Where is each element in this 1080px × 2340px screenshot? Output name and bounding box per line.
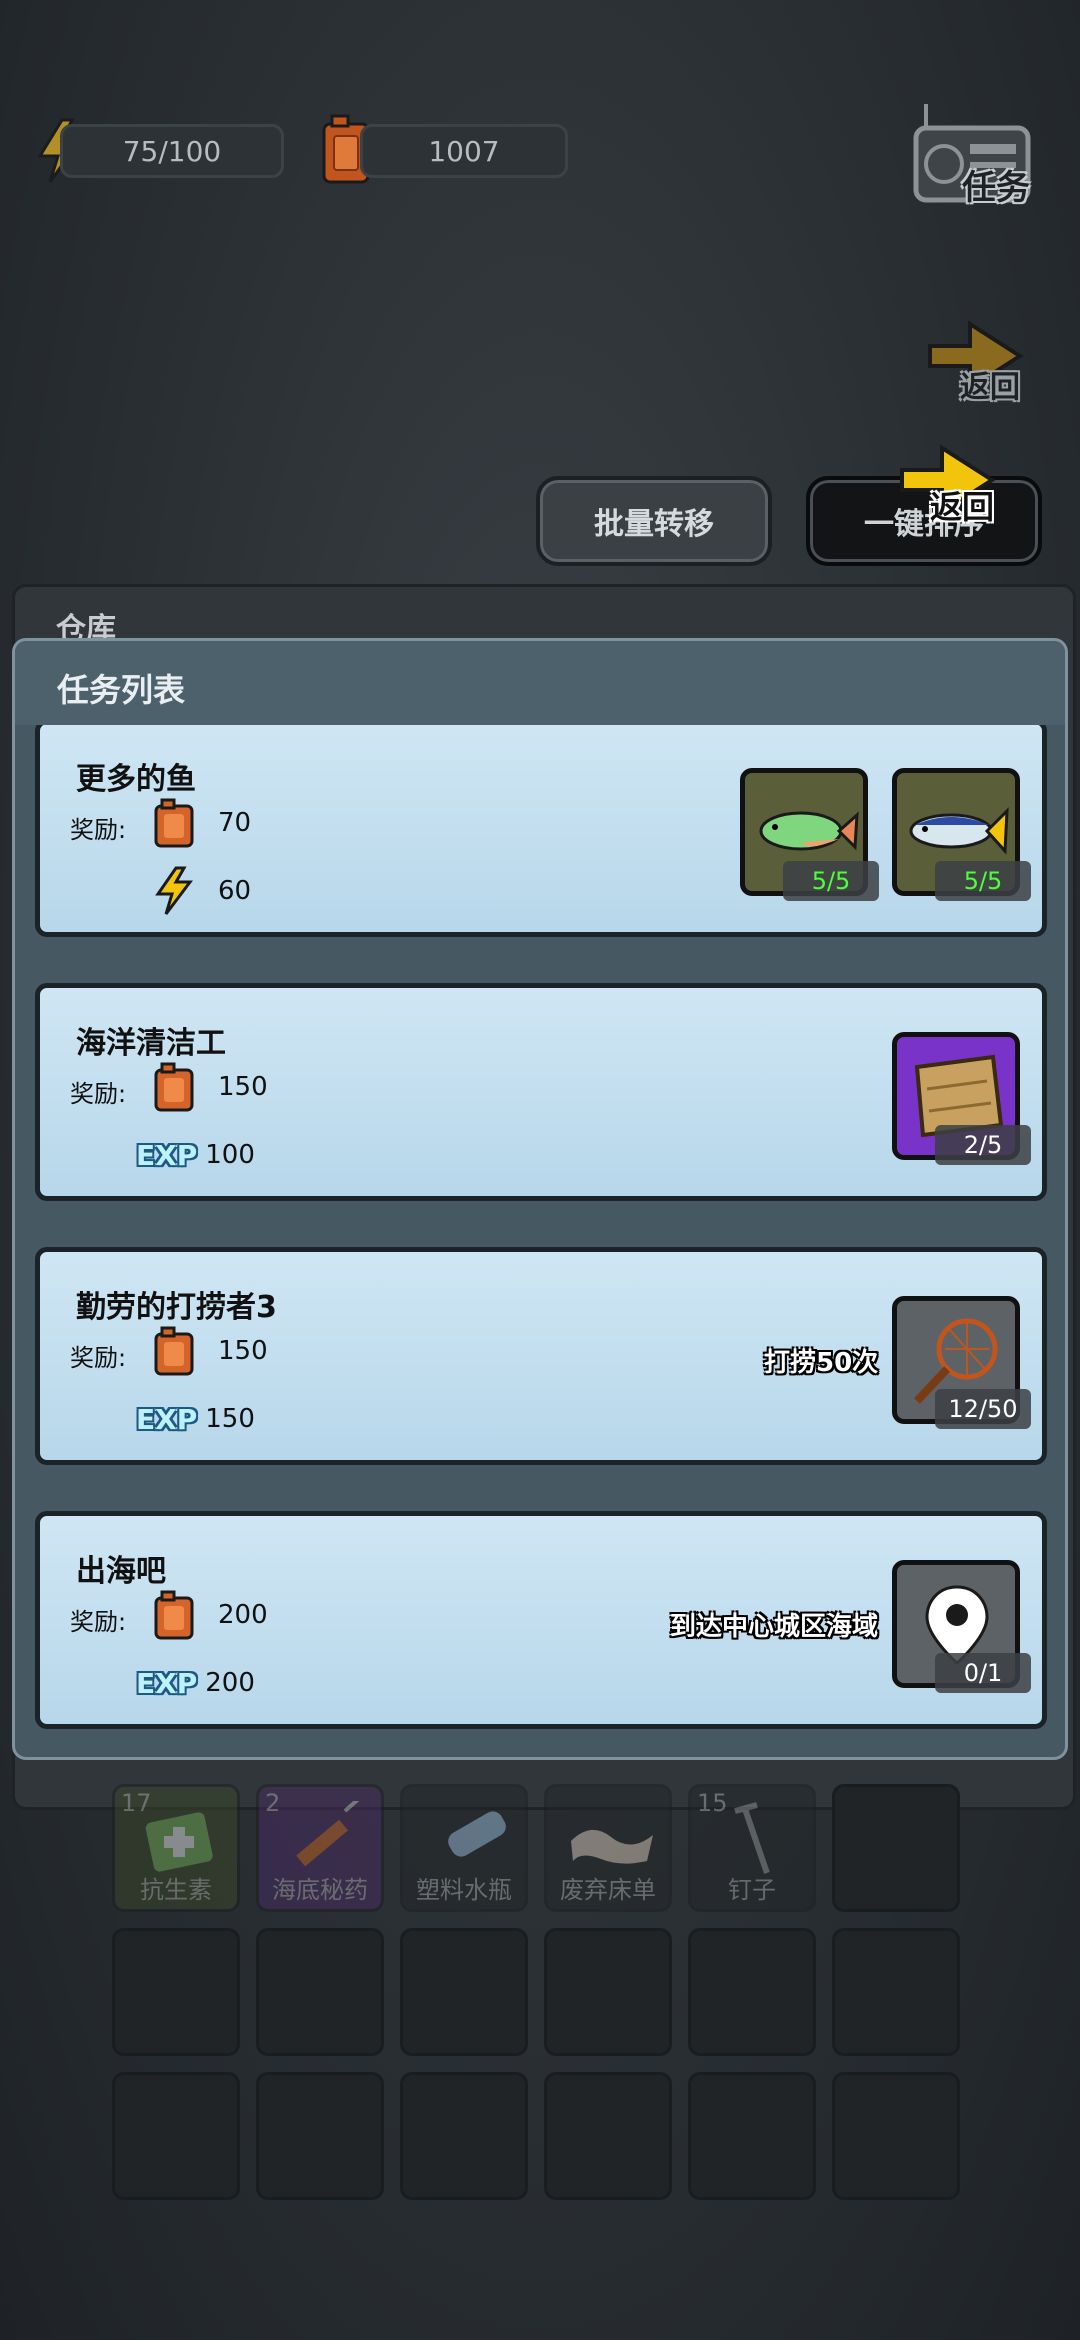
inventory-slot-empty[interactable]	[400, 1928, 528, 2056]
fuel-can-icon	[154, 1062, 194, 1112]
task-item-slot[interactable]: 2/5	[892, 1032, 1031, 1165]
reward-exp-value: 200	[205, 1668, 255, 1698]
inventory-slot-empty[interactable]	[688, 2072, 816, 2200]
task-item-count: 12/50	[935, 1389, 1031, 1429]
inventory-slot-empty[interactable]	[256, 1928, 384, 2056]
task-card[interactable]: 勤劳的打捞者3 奖励: 150 EXP 150 打捞50次 12/50	[35, 1247, 1047, 1465]
task-name: 勤劳的打捞者3	[76, 1290, 277, 1325]
task-name: 海洋清洁工	[76, 1026, 226, 1061]
task-item-slot[interactable]: 12/50	[892, 1296, 1031, 1429]
fuel-stat: 1007	[360, 124, 568, 178]
task-name: 更多的鱼	[76, 762, 196, 797]
task-item-count: 5/5	[783, 861, 879, 901]
fuel-can-icon	[154, 1590, 194, 1640]
reward-energy-value: 60	[218, 876, 252, 906]
reward-label: 奖励:	[70, 816, 127, 844]
inventory-slot-empty[interactable]	[832, 2072, 960, 2200]
inventory-slot-empty[interactable]	[256, 2072, 384, 2200]
batch-transfer-label: 批量转移	[594, 507, 714, 542]
batch-transfer-button[interactable]: 批量转移	[536, 476, 772, 566]
task-item-slot[interactable]: 5/5	[892, 768, 1031, 901]
task-item-slot[interactable]: 5/5	[740, 768, 879, 901]
reward-label: 奖励:	[70, 1608, 127, 1636]
reward-exp-value: 150	[205, 1404, 255, 1434]
reward-fuel: 150	[152, 1326, 268, 1376]
inventory-name: 钉子	[728, 1876, 776, 1904]
inventory-name: 抗生素	[140, 1876, 212, 1904]
reward-exp-value: 100	[205, 1140, 255, 1170]
fuel-can-icon	[154, 1326, 194, 1376]
task-item-count: 2/5	[935, 1125, 1031, 1165]
task-list[interactable]: 更多的鱼 奖励: 70 60 5/5 5/5 海洋清洁工 奖励: 150 EXP…	[15, 725, 1065, 1757]
energy-value: 75/100	[122, 134, 222, 168]
modal-header: 任务列表	[15, 641, 1065, 725]
tuna-icon	[909, 807, 1009, 855]
task-item-slot[interactable]: 0/1	[892, 1560, 1031, 1693]
inventory-name: 塑料水瓶	[416, 1876, 512, 1904]
reward-fuel-value: 150	[218, 1336, 268, 1366]
reward-fuel-value: 70	[218, 808, 252, 838]
reward-fuel-value: 150	[218, 1072, 268, 1102]
exp-icon: EXP	[136, 1402, 198, 1436]
reward-fuel: 70	[152, 798, 251, 848]
inventory-slot-empty[interactable]	[832, 1928, 960, 2056]
inventory-count: 17	[121, 1789, 152, 1817]
reward-label: 奖励:	[70, 1344, 127, 1372]
inventory-count: 15	[697, 1789, 728, 1817]
inventory-count: 2	[265, 1789, 281, 1817]
inventory-slot-empty[interactable]	[544, 1928, 672, 2056]
task-button-label[interactable]: 任务	[962, 160, 1030, 209]
bedsheet-icon	[571, 1829, 653, 1864]
inventory-slot[interactable]: 15 钉子	[688, 1784, 816, 1912]
inventory-slot-empty[interactable]	[544, 2072, 672, 2200]
inventory-slot[interactable]: 塑料水瓶	[400, 1784, 528, 1912]
inventory-slot[interactable]: 废弃床单	[544, 1784, 672, 1912]
inventory-slot-empty[interactable]	[112, 2072, 240, 2200]
task-requirement: 到达中心城区海域	[670, 1612, 879, 1642]
water-bottle-icon	[448, 1811, 506, 1857]
task-card[interactable]: 出海吧 奖励: 200 EXP 200 到达中心城区海域 0/1	[35, 1511, 1047, 1729]
syringe-icon	[296, 1801, 360, 1867]
exp-icon: EXP	[136, 1666, 198, 1700]
inventory-slot-empty[interactable]	[688, 1928, 816, 2056]
reward-fuel: 200	[152, 1590, 268, 1640]
exp-icon: EXP	[136, 1138, 198, 1172]
task-item-count: 0/1	[935, 1653, 1031, 1693]
fuel-value: 1007	[428, 134, 500, 168]
reward-fuel-value: 200	[218, 1600, 268, 1630]
task-card[interactable]: 更多的鱼 奖励: 70 60 5/5 5/5	[35, 725, 1047, 937]
task-list-modal: 任务列表 更多的鱼 奖励: 70 60 5/5 5/5 海洋清洁工 奖励: 15…	[12, 638, 1068, 1760]
modal-title: 任务列表	[57, 671, 186, 709]
inventory-slot[interactable]: 17 抗生素	[112, 1784, 240, 1912]
reward-energy: 60	[152, 866, 251, 916]
reward-exp: EXP 100	[136, 1130, 255, 1180]
back-button-front-label[interactable]: 返回	[930, 482, 994, 528]
lightning-icon	[155, 866, 193, 915]
task-card[interactable]: 海洋清洁工 奖励: 150 EXP 100 2/5	[35, 983, 1047, 1201]
back-button-label[interactable]: 返回	[960, 362, 1020, 406]
inventory-slot[interactable]: 2 海底秘药	[256, 1784, 384, 1912]
task-name: 出海吧	[76, 1554, 166, 1589]
reward-label: 奖励:	[70, 1080, 127, 1108]
fish-icon	[759, 811, 859, 851]
task-requirement: 打捞50次	[764, 1348, 879, 1378]
reward-exp: EXP 200	[136, 1658, 255, 1708]
fuel-can-icon	[154, 798, 194, 848]
inventory-slot-empty[interactable]	[832, 1784, 960, 1912]
inventory-slot-empty[interactable]	[112, 1928, 240, 2056]
reward-fuel: 150	[152, 1062, 268, 1112]
inventory-slot-empty[interactable]	[400, 2072, 528, 2200]
energy-stat: 75/100	[60, 124, 284, 178]
inventory-name: 海底秘药	[272, 1876, 368, 1904]
inventory-name: 废弃床单	[560, 1876, 656, 1904]
reward-exp: EXP 150	[136, 1394, 255, 1444]
task-item-count: 5/5	[935, 861, 1031, 901]
